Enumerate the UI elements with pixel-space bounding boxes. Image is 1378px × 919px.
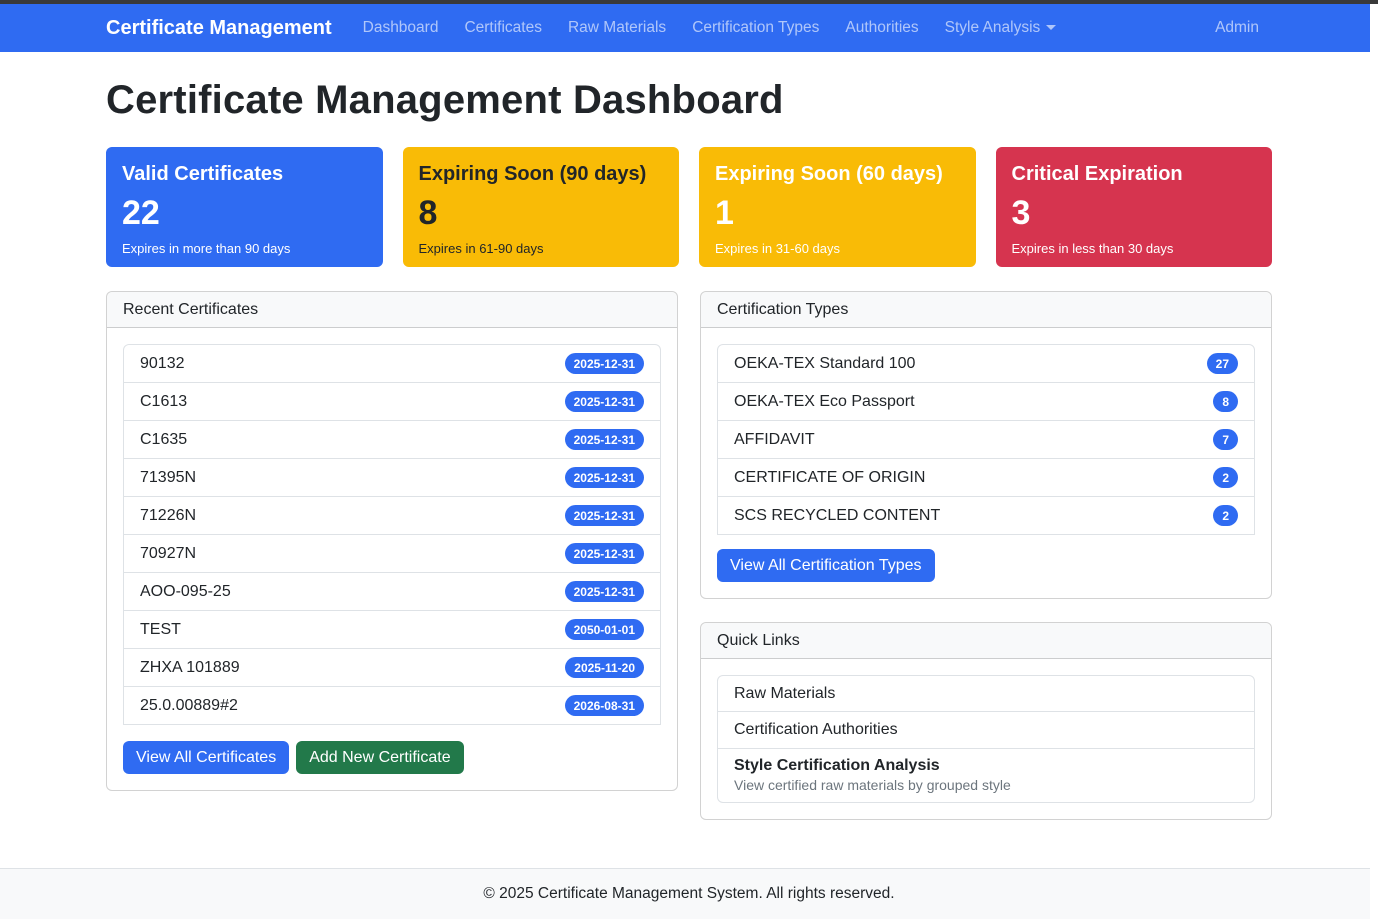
certificate-row: C1613 2025-12-31 xyxy=(123,383,661,421)
expiry-date-badge: 2025-12-31 xyxy=(565,467,644,488)
quick-link-raw-materials[interactable]: Raw Materials xyxy=(717,675,1255,712)
count-badge: 27 xyxy=(1207,353,1238,374)
stat-title: Expiring Soon (90 days) xyxy=(419,163,664,186)
quick-link-label: Style Certification Analysis xyxy=(734,757,940,775)
navbar: Certificate Management Dashboard Certifi… xyxy=(0,4,1378,52)
certification-type-name: OEKA-TEX Eco Passport xyxy=(734,393,915,411)
certification-types-header: Certification Types xyxy=(701,292,1271,328)
quick-link-label: Raw Materials xyxy=(734,685,835,703)
certification-type-name: SCS RECYCLED CONTENT xyxy=(734,507,940,525)
expiry-date-badge: 2025-11-20 xyxy=(565,657,644,678)
expiry-date-badge: 2025-12-31 xyxy=(565,581,644,602)
certification-type-name: CERTIFICATE OF ORIGIN xyxy=(734,469,925,487)
brand-link[interactable]: Certificate Management xyxy=(106,17,332,40)
stat-value: 8 xyxy=(419,195,664,232)
nav-link-admin[interactable]: Admin xyxy=(1202,11,1272,44)
stat-subtitle: Expires in 31-60 days xyxy=(715,241,960,256)
stat-title: Expiring Soon (60 days) xyxy=(715,163,960,186)
nav-links: Dashboard Certificates Raw Materials Cer… xyxy=(350,11,1070,45)
expiry-date-badge: 2025-12-31 xyxy=(565,543,644,564)
certificate-name: C1613 xyxy=(140,393,187,411)
nav-link[interactable]: Raw Materials xyxy=(555,11,679,45)
certificate-row: ZHXA 101889 2025-11-20 xyxy=(123,649,661,687)
certificate-row: 90132 2025-12-31 xyxy=(123,344,661,383)
certificate-name: AOO-095-25 xyxy=(140,583,231,601)
stat-value: 1 xyxy=(715,195,960,232)
page-title: Certificate Management Dashboard xyxy=(106,78,1272,123)
certificate-name: C1635 xyxy=(140,431,187,449)
quick-link-description: View certified raw materials by grouped … xyxy=(734,777,1011,793)
certification-type-row: AFFIDAVIT 7 xyxy=(717,421,1255,459)
certificate-row: 71226N 2025-12-31 xyxy=(123,497,661,535)
certificate-name: ZHXA 101889 xyxy=(140,659,240,677)
count-badge: 2 xyxy=(1213,505,1238,526)
footer: © 2025 Certificate Management System. Al… xyxy=(0,868,1378,919)
stat-card-valid: Valid Certificates 22 Expires in more th… xyxy=(106,147,383,267)
count-badge: 7 xyxy=(1213,429,1238,450)
main-content: Certificate Management Dashboard Valid C… xyxy=(106,52,1272,868)
stat-subtitle: Expires in less than 30 days xyxy=(1012,241,1257,256)
quick-links-header: Quick Links xyxy=(701,623,1271,659)
stat-value: 22 xyxy=(122,195,367,232)
nav-link[interactable]: Style Analysis xyxy=(932,11,1070,45)
certification-type-name: OEKA-TEX Standard 100 xyxy=(734,355,915,373)
stat-card-expiring-90: Expiring Soon (90 days) 8 Expires in 61-… xyxy=(403,147,680,267)
quick-link-label: Certification Authorities xyxy=(734,721,898,739)
certificate-name: 90132 xyxy=(140,355,185,373)
count-badge: 8 xyxy=(1213,391,1238,412)
quick-links-panel: Quick Links Raw Materials Certification … xyxy=(700,622,1272,820)
quick-link-style-certification-analysis[interactable]: Style Certification Analysis View certif… xyxy=(717,749,1255,803)
certification-type-row: SCS RECYCLED CONTENT 2 xyxy=(717,497,1255,535)
certificate-name: 71395N xyxy=(140,469,196,487)
certification-type-row: OEKA-TEX Standard 100 27 xyxy=(717,344,1255,383)
certificate-name: 25.0.00889#2 xyxy=(140,697,238,715)
stat-subtitle: Expires in 61-90 days xyxy=(419,241,664,256)
certificate-name: TEST xyxy=(140,621,181,639)
recent-certificates-header: Recent Certificates xyxy=(107,292,677,328)
certification-type-row: CERTIFICATE OF ORIGIN 2 xyxy=(717,459,1255,497)
certificate-name: 71226N xyxy=(140,507,196,525)
view-all-certification-types-button[interactable]: View All Certification Types xyxy=(717,549,935,582)
view-all-certificates-button[interactable]: View All Certificates xyxy=(123,741,289,774)
certificate-row: 70927N 2025-12-31 xyxy=(123,535,661,573)
count-badge: 2 xyxy=(1213,467,1238,488)
certificate-row: 25.0.00889#2 2026-08-31 xyxy=(123,687,661,725)
stat-card-critical: Critical Expiration 3 Expires in less th… xyxy=(996,147,1273,267)
chevron-down-icon xyxy=(1046,25,1056,30)
expiry-date-badge: 2026-08-31 xyxy=(565,695,644,716)
nav-link[interactable]: Authorities xyxy=(832,11,931,45)
expiry-date-badge: 2050-01-01 xyxy=(565,619,644,640)
nav-link[interactable]: Dashboard xyxy=(350,11,452,45)
expiry-date-badge: 2025-12-31 xyxy=(565,505,644,526)
certificate-row: C1635 2025-12-31 xyxy=(123,421,661,459)
stat-value: 3 xyxy=(1012,195,1257,232)
quick-links-list: Raw Materials Certification Authorities … xyxy=(717,675,1255,803)
scrollbar-gutter xyxy=(1370,4,1378,919)
certificate-row: TEST 2050-01-01 xyxy=(123,611,661,649)
certification-types-panel: Certification Types OEKA-TEX Standard 10… xyxy=(700,291,1272,599)
stat-card-expiring-60: Expiring Soon (60 days) 1 Expires in 31-… xyxy=(699,147,976,267)
nav-link[interactable]: Certification Types xyxy=(679,11,832,45)
stat-title: Critical Expiration xyxy=(1012,163,1257,186)
recent-certificates-list: 90132 2025-12-31 C1613 2025-12-31 C1635 … xyxy=(123,344,661,725)
quick-link-certification-authorities[interactable]: Certification Authorities xyxy=(717,712,1255,749)
certification-type-row: OEKA-TEX Eco Passport 8 xyxy=(717,383,1255,421)
recent-certificates-panel: Recent Certificates 90132 2025-12-31 C16… xyxy=(106,291,678,791)
expiry-date-badge: 2025-12-31 xyxy=(565,391,644,412)
stat-subtitle: Expires in more than 90 days xyxy=(122,241,367,256)
stat-title: Valid Certificates xyxy=(122,163,367,186)
expiry-date-badge: 2025-12-31 xyxy=(565,429,644,450)
add-new-certificate-button[interactable]: Add New Certificate xyxy=(296,741,463,774)
certification-types-list: OEKA-TEX Standard 100 27 OEKA-TEX Eco Pa… xyxy=(717,344,1255,535)
stats-row: Valid Certificates 22 Expires in more th… xyxy=(106,147,1272,267)
certificate-name: 70927N xyxy=(140,545,196,563)
certification-type-name: AFFIDAVIT xyxy=(734,431,815,449)
footer-copyright: © 2025 Certificate Management System. Al… xyxy=(483,885,894,903)
expiry-date-badge: 2025-12-31 xyxy=(565,353,644,374)
certificate-row: 71395N 2025-12-31 xyxy=(123,459,661,497)
certificate-row: AOO-095-25 2025-12-31 xyxy=(123,573,661,611)
nav-link[interactable]: Certificates xyxy=(451,11,555,45)
